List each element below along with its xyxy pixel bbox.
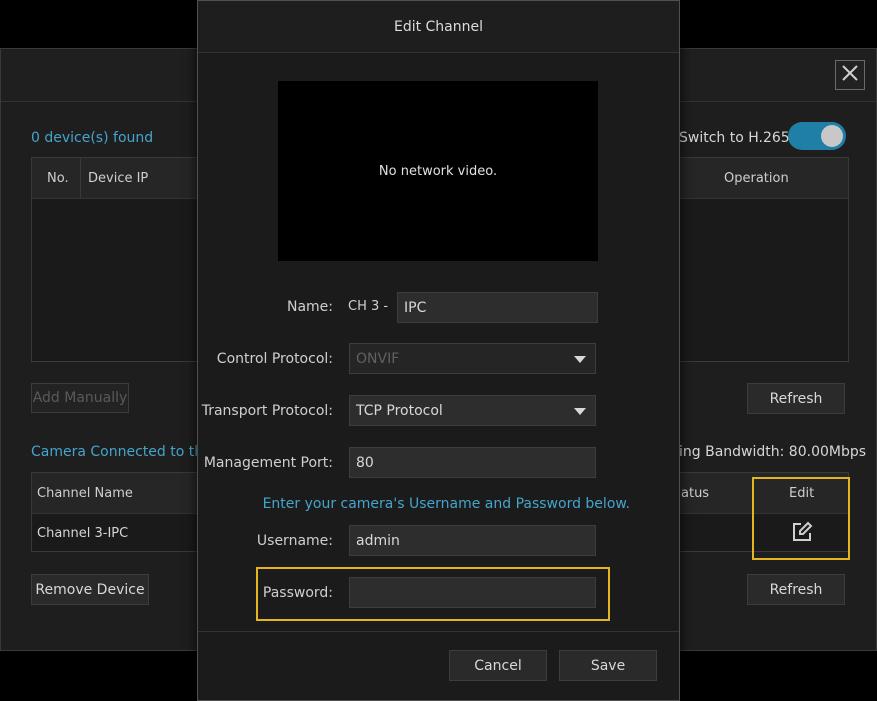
transport-protocol-value: TCP Protocol [356, 402, 443, 419]
name-prefix: CH 3 - [348, 299, 389, 314]
col-no: No. [47, 171, 69, 186]
edit-channel-dialog: Edit Channel No network video. Name: CH … [197, 0, 680, 701]
control-protocol-value: ONVIF [356, 350, 400, 367]
toggle-knob [821, 125, 843, 147]
name-label: Name: [286, 299, 333, 315]
col-device-ip: Device IP [88, 171, 149, 186]
name-value: IPC [404, 299, 427, 316]
transport-protocol-label: Transport Protocol: [201, 403, 333, 419]
management-port-input[interactable]: 80 [349, 447, 596, 478]
chevron-down-icon [574, 355, 586, 363]
devices-found-text: 0 device(s) found [31, 130, 154, 146]
video-preview: No network video. [278, 81, 598, 261]
name-input[interactable]: IPC [397, 292, 598, 323]
credentials-hint: Enter your camera's Username and Passwor… [262, 496, 630, 512]
switch-h265-label: Switch to H.265 [679, 130, 790, 146]
edit-highlight [752, 477, 850, 560]
username-label: Username: [256, 533, 333, 549]
bandwidth-text: ing Bandwidth: 80.00Mbps [679, 444, 867, 460]
edit-icon [791, 521, 813, 547]
remove-device-button[interactable]: Remove Device [31, 574, 149, 605]
refresh-channels-button[interactable]: Refresh [747, 574, 845, 605]
channel-name-cell: Channel 3-IPC [37, 526, 129, 541]
column-divider [80, 158, 81, 198]
control-protocol-label: Control Protocol: [216, 351, 333, 367]
username-value: admin [356, 532, 400, 549]
username-input[interactable]: admin [349, 525, 596, 556]
cancel-button[interactable]: Cancel [449, 650, 547, 681]
video-status-text: No network video. [378, 163, 498, 179]
management-port-value: 80 [356, 454, 374, 471]
transport-protocol-select[interactable]: TCP Protocol [349, 395, 596, 426]
password-input[interactable] [349, 577, 596, 608]
camera-connected-text: Camera Connected to the [31, 444, 212, 460]
dialog-title: Edit Channel [198, 1, 679, 53]
col-channel-name: Channel Name [37, 486, 133, 501]
close-button[interactable] [835, 60, 865, 90]
refresh-devices-button[interactable]: Refresh [747, 383, 845, 414]
chevron-down-icon [574, 407, 586, 415]
close-icon [841, 64, 859, 86]
col-operation: Operation [724, 171, 789, 186]
save-button[interactable]: Save [559, 650, 657, 681]
h265-toggle[interactable] [788, 122, 846, 150]
password-label: Password: [262, 585, 333, 601]
footer-divider [198, 631, 679, 632]
add-manually-button[interactable]: Add Manually [31, 383, 129, 413]
control-protocol-select[interactable]: ONVIF [349, 343, 596, 374]
col-status: atus [681, 486, 710, 501]
edit-button[interactable] [791, 521, 813, 547]
management-port-label: Management Port: [203, 455, 333, 471]
